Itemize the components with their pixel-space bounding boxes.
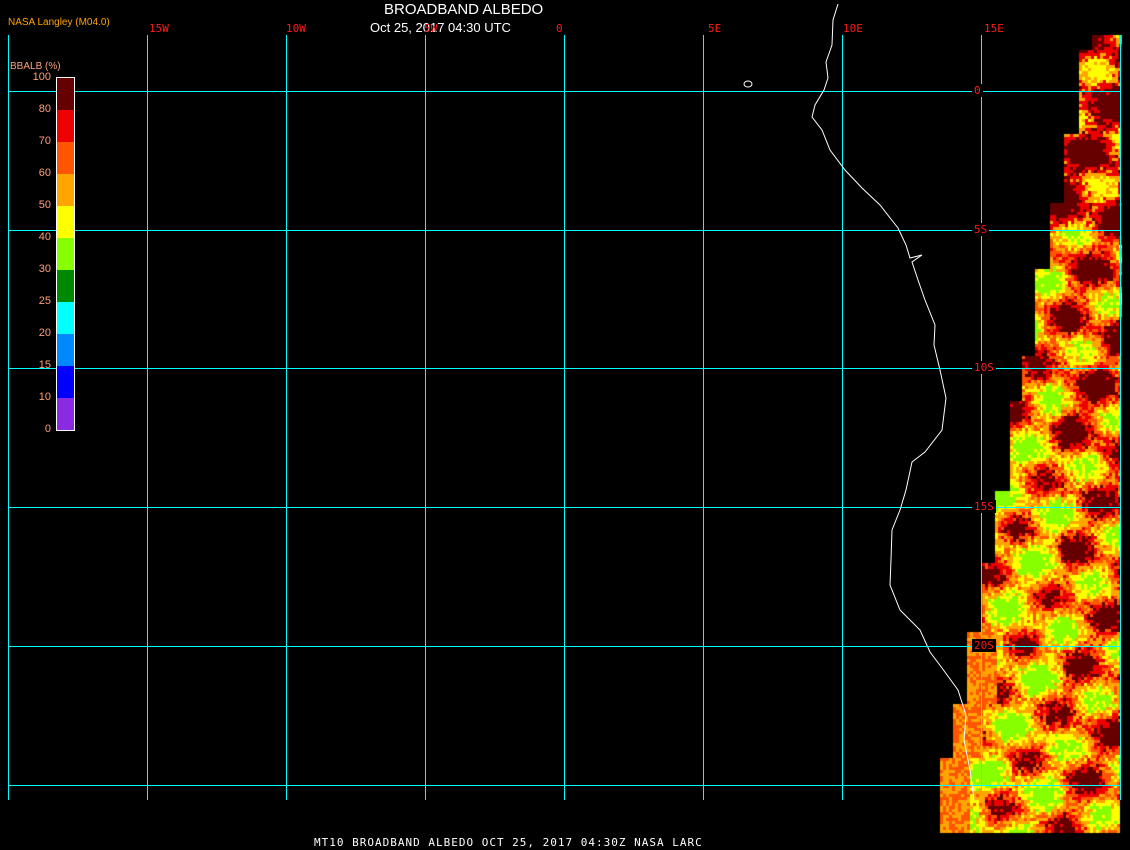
legend-tick-label: 25 bbox=[38, 295, 51, 307]
legend-tick-label: 70 bbox=[38, 135, 51, 147]
footer-caption: MT10 BROADBAND ALBEDO OCT 25, 2017 04:30… bbox=[314, 836, 703, 849]
color-scale-swatch bbox=[57, 238, 74, 270]
legend-tick-label: 50 bbox=[38, 199, 51, 211]
longitude-label: 10W bbox=[286, 22, 306, 35]
island-outline bbox=[743, 80, 753, 88]
color-scale-swatch bbox=[57, 78, 74, 110]
latitude-label: 10S bbox=[972, 361, 996, 374]
color-scale-swatch bbox=[57, 302, 74, 334]
color-scale-swatch bbox=[57, 270, 74, 302]
legend-tick-label: 0 bbox=[44, 423, 51, 435]
legend-tick-label: 100 bbox=[32, 71, 51, 83]
color-scale-swatch bbox=[57, 174, 74, 206]
legend-tick-label: 10 bbox=[38, 391, 51, 403]
legend-tick-label: 40 bbox=[38, 231, 51, 243]
color-scale-swatch bbox=[57, 366, 74, 398]
color-scale-swatch bbox=[57, 334, 74, 366]
latitude-label: 15S bbox=[972, 500, 996, 513]
legend-tick-label: 80 bbox=[38, 103, 51, 115]
latitude-label: 20S bbox=[972, 639, 996, 652]
legend-tick-label: 20 bbox=[38, 327, 51, 339]
longitude-label: 0 bbox=[556, 22, 563, 35]
longitude-label: 5E bbox=[708, 22, 722, 35]
longitude-label: 15W bbox=[149, 22, 169, 35]
latitude-label: 5S bbox=[972, 223, 990, 236]
coastline bbox=[811, 3, 975, 801]
color-scale-swatch bbox=[57, 142, 74, 174]
longitude-label: 15E bbox=[984, 22, 1004, 35]
color-scale-bar bbox=[56, 77, 75, 431]
longitude-label: 5W bbox=[424, 22, 438, 35]
color-scale-swatch bbox=[57, 206, 74, 238]
longitude-label: 10E bbox=[843, 22, 863, 35]
color-scale-swatch bbox=[57, 398, 74, 430]
credit-label: NASA Langley (M04.0) bbox=[8, 17, 110, 28]
latitude-label: 0 bbox=[972, 84, 983, 97]
legend-tick-label: 15 bbox=[38, 359, 51, 371]
color-scale-swatch bbox=[57, 110, 74, 142]
map-overlay bbox=[8, 3, 1121, 801]
legend-tick-label: 60 bbox=[38, 167, 51, 179]
map-title: BROADBAND ALBEDO bbox=[384, 1, 544, 18]
legend-tick-label: 30 bbox=[38, 263, 51, 275]
map-timestamp: Oct 25, 2017 04:30 UTC bbox=[370, 20, 511, 35]
